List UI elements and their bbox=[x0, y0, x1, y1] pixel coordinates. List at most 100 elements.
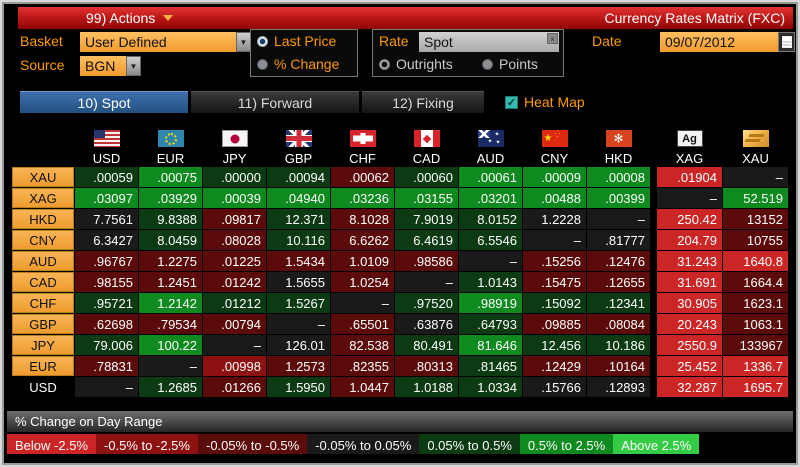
matrix-cell[interactable]: .08028 bbox=[203, 230, 266, 250]
matrix-cell[interactable]: 2550.9 bbox=[657, 335, 722, 355]
matrix-cell[interactable]: .00399 bbox=[587, 188, 650, 208]
outrights-radio[interactable]: Outrights bbox=[379, 56, 453, 72]
tab-fixing[interactable]: 12) Fixing bbox=[362, 91, 484, 113]
matrix-cell[interactable]: .00488 bbox=[523, 188, 586, 208]
matrix-cell[interactable]: .00009 bbox=[523, 167, 586, 187]
close-icon[interactable]: × bbox=[547, 33, 558, 44]
checkbox-checked-icon[interactable]: ✓ bbox=[505, 95, 518, 109]
col-header-xau[interactable]: XAU bbox=[723, 118, 788, 166]
matrix-cell[interactable]: 10.186 bbox=[587, 335, 650, 355]
matrix-cell[interactable]: 100.22 bbox=[139, 335, 202, 355]
matrix-cell[interactable]: 82.538 bbox=[331, 335, 394, 355]
matrix-cell[interactable]: – bbox=[395, 272, 458, 292]
matrix-cell[interactable]: 1.0334 bbox=[459, 377, 522, 397]
matrix-cell[interactable]: 6.3427 bbox=[75, 230, 138, 250]
matrix-cell[interactable]: – bbox=[523, 230, 586, 250]
col-header-chf[interactable]: CHF bbox=[331, 118, 394, 166]
matrix-cell[interactable]: 8.1028 bbox=[331, 209, 394, 229]
matrix-cell[interactable]: .00008 bbox=[587, 167, 650, 187]
row-label-usd[interactable]: USD bbox=[12, 377, 74, 397]
row-label-aud[interactable]: AUD bbox=[12, 251, 74, 271]
matrix-cell[interactable]: 1623.1 bbox=[723, 293, 788, 313]
tab-forward[interactable]: 11) Forward bbox=[191, 91, 359, 113]
matrix-cell[interactable]: .00039 bbox=[203, 188, 266, 208]
basket-value[interactable]: User Defined bbox=[80, 32, 236, 52]
last-price-radio[interactable]: Last Price bbox=[257, 33, 336, 49]
matrix-cell[interactable]: .12341 bbox=[587, 293, 650, 313]
source-value[interactable]: BGN bbox=[80, 56, 126, 76]
matrix-cell[interactable]: .98155 bbox=[75, 272, 138, 292]
matrix-cell[interactable]: .81777 bbox=[587, 230, 650, 250]
matrix-cell[interactable]: – bbox=[203, 335, 266, 355]
col-header-gbp[interactable]: GBP bbox=[267, 118, 330, 166]
radio-selected-icon[interactable] bbox=[257, 35, 268, 47]
row-label-cad[interactable]: CAD bbox=[12, 272, 74, 292]
matrix-cell[interactable]: – bbox=[75, 377, 138, 397]
matrix-cell[interactable]: 1664.4 bbox=[723, 272, 788, 292]
matrix-cell[interactable]: 10755 bbox=[723, 230, 788, 250]
matrix-cell[interactable]: 79.006 bbox=[75, 335, 138, 355]
rate-dropdown[interactable]: Spot × bbox=[419, 32, 559, 52]
matrix-cell[interactable]: .09885 bbox=[523, 314, 586, 334]
matrix-cell[interactable]: .00000 bbox=[203, 167, 266, 187]
matrix-cell[interactable]: 1.2228 bbox=[523, 209, 586, 229]
matrix-cell[interactable]: .64793 bbox=[459, 314, 522, 334]
date-field-wrap[interactable]: 09/07/2012 bbox=[660, 32, 795, 52]
matrix-cell[interactable]: .12429 bbox=[523, 356, 586, 376]
matrix-cell[interactable]: .15475 bbox=[523, 272, 586, 292]
matrix-cell[interactable]: 1.0254 bbox=[331, 272, 394, 292]
source-dropdown-arrow-icon[interactable]: ▼ bbox=[126, 56, 141, 76]
matrix-cell[interactable]: 1.5950 bbox=[267, 377, 330, 397]
matrix-cell[interactable]: 6.6262 bbox=[331, 230, 394, 250]
matrix-cell[interactable]: .65501 bbox=[331, 314, 394, 334]
matrix-cell[interactable]: 133967 bbox=[723, 335, 788, 355]
matrix-cell[interactable]: .15092 bbox=[523, 293, 586, 313]
matrix-cell[interactable]: 1.2275 bbox=[139, 251, 202, 271]
matrix-cell[interactable]: .00998 bbox=[203, 356, 266, 376]
matrix-cell[interactable]: .00075 bbox=[139, 167, 202, 187]
matrix-cell[interactable]: .63876 bbox=[395, 314, 458, 334]
points-radio[interactable]: Points bbox=[482, 56, 538, 72]
matrix-cell[interactable]: .95721 bbox=[75, 293, 138, 313]
matrix-cell[interactable]: – bbox=[723, 167, 788, 187]
matrix-cell[interactable]: 9.8388 bbox=[139, 209, 202, 229]
col-header-cad[interactable]: CAD bbox=[395, 118, 458, 166]
col-header-usd[interactable]: USD bbox=[75, 118, 138, 166]
matrix-cell[interactable]: .82355 bbox=[331, 356, 394, 376]
matrix-cell[interactable]: 126.01 bbox=[267, 335, 330, 355]
matrix-cell[interactable]: .00059 bbox=[75, 167, 138, 187]
matrix-cell[interactable]: 1063.1 bbox=[723, 314, 788, 334]
calendar-icon[interactable] bbox=[778, 32, 795, 52]
matrix-cell[interactable]: .00094 bbox=[267, 167, 330, 187]
matrix-cell[interactable]: 8.0152 bbox=[459, 209, 522, 229]
matrix-cell[interactable]: 30.905 bbox=[657, 293, 722, 313]
matrix-cell[interactable]: 1.2451 bbox=[139, 272, 202, 292]
matrix-cell[interactable]: 81.646 bbox=[459, 335, 522, 355]
matrix-cell[interactable]: .12476 bbox=[587, 251, 650, 271]
matrix-cell[interactable]: 7.9019 bbox=[395, 209, 458, 229]
matrix-cell[interactable]: – bbox=[267, 314, 330, 334]
matrix-cell[interactable]: 10.116 bbox=[267, 230, 330, 250]
matrix-cell[interactable]: .08084 bbox=[587, 314, 650, 334]
matrix-cell[interactable]: .03236 bbox=[331, 188, 394, 208]
matrix-cell[interactable]: 25.452 bbox=[657, 356, 722, 376]
matrix-cell[interactable]: .12893 bbox=[587, 377, 650, 397]
col-header-aud[interactable]: AUD bbox=[459, 118, 522, 166]
matrix-cell[interactable]: 12.456 bbox=[523, 335, 586, 355]
matrix-cell[interactable]: .98919 bbox=[459, 293, 522, 313]
matrix-cell[interactable]: .96767 bbox=[75, 251, 138, 271]
matrix-cell[interactable]: .98586 bbox=[395, 251, 458, 271]
matrix-cell[interactable]: .80313 bbox=[395, 356, 458, 376]
matrix-cell[interactable]: 1.0109 bbox=[331, 251, 394, 271]
col-header-cny[interactable]: CNY bbox=[523, 118, 586, 166]
row-label-eur[interactable]: EUR bbox=[12, 356, 74, 376]
source-dropdown[interactable]: BGN ▼ bbox=[80, 56, 141, 76]
matrix-cell[interactable]: 7.7561 bbox=[75, 209, 138, 229]
matrix-cell[interactable]: .15766 bbox=[523, 377, 586, 397]
matrix-cell[interactable]: .97520 bbox=[395, 293, 458, 313]
basket-dropdown-arrow-icon[interactable]: ▼ bbox=[236, 32, 251, 52]
matrix-cell[interactable]: – bbox=[331, 293, 394, 313]
actions-menu[interactable]: 99) Actions bbox=[86, 10, 174, 26]
matrix-cell[interactable]: .01225 bbox=[203, 251, 266, 271]
matrix-cell[interactable]: 20.243 bbox=[657, 314, 722, 334]
